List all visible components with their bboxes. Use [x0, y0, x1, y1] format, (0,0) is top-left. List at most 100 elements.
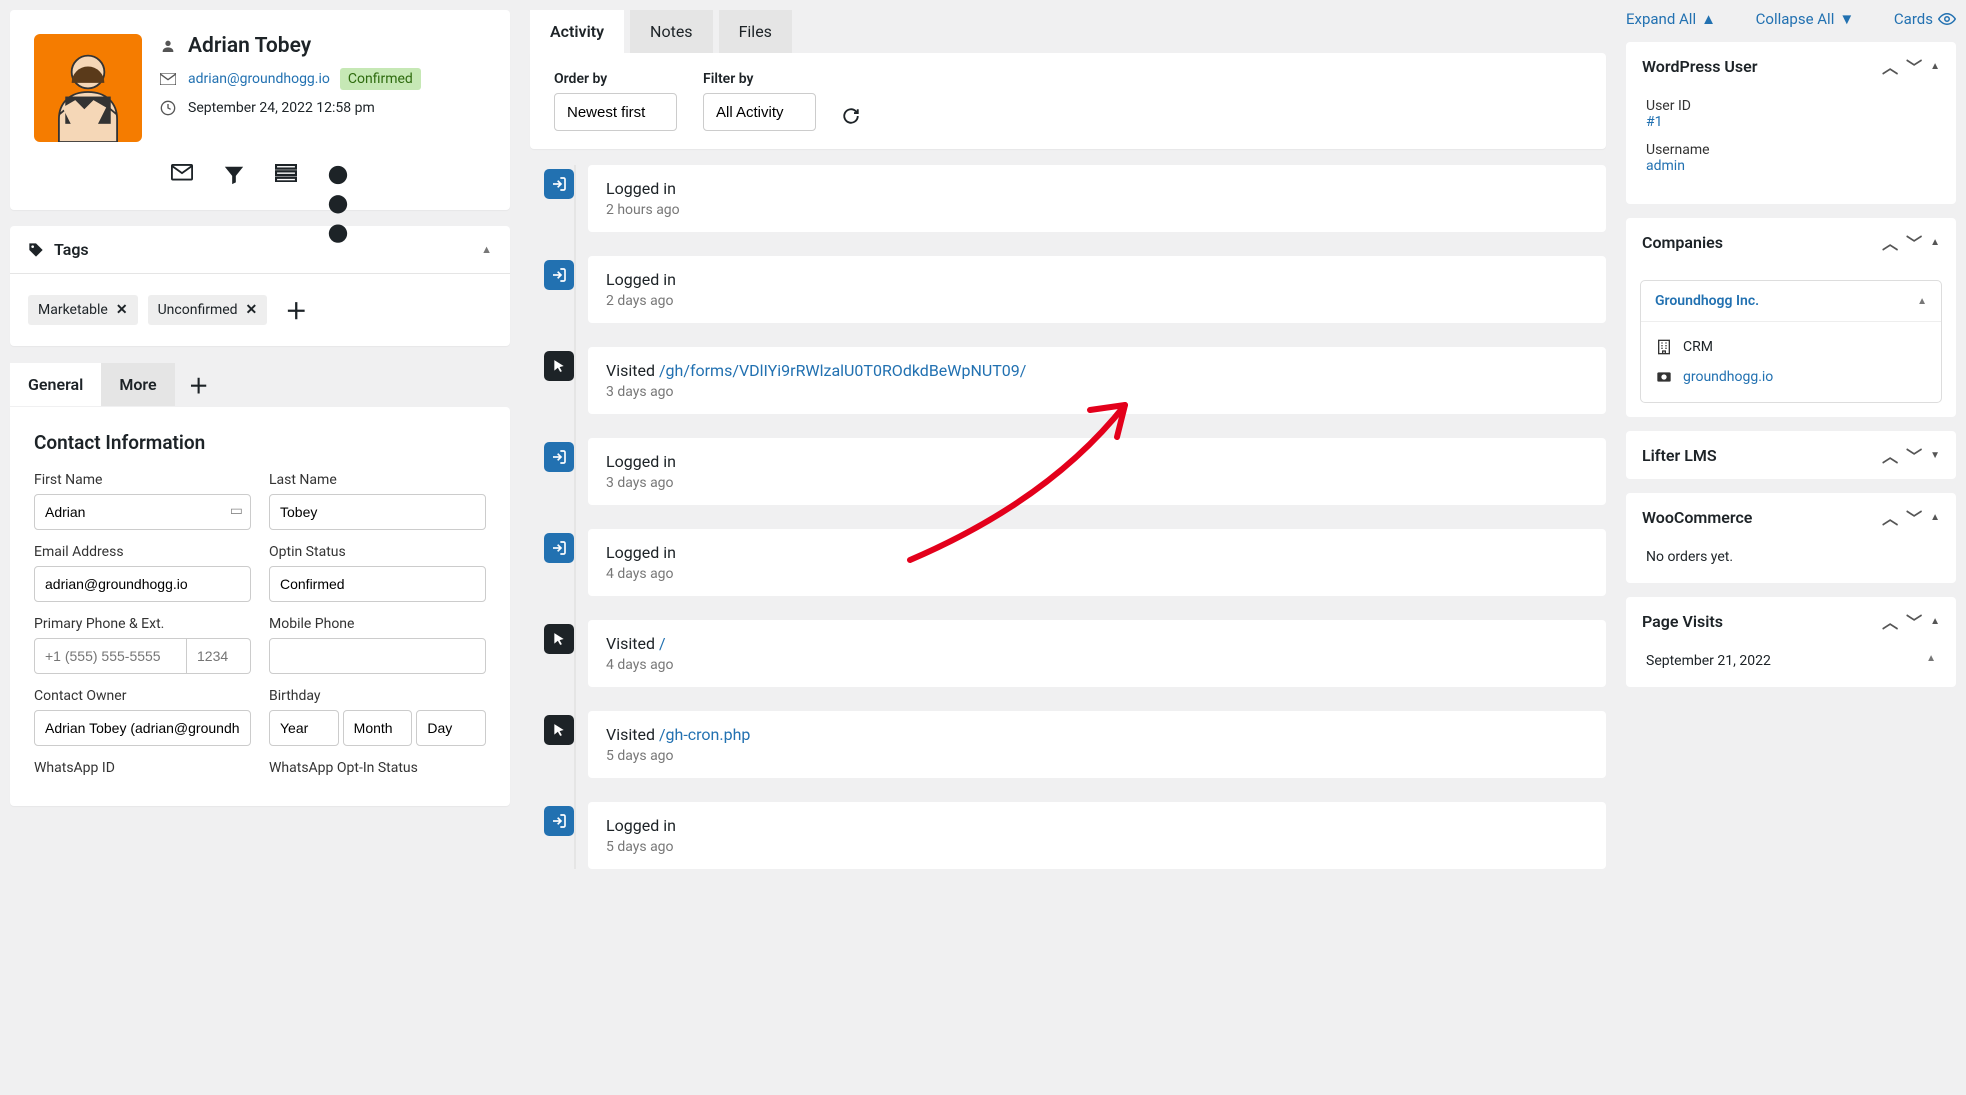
chevron-down-icon[interactable]: ﹀	[1906, 505, 1922, 529]
timeline-card[interactable]: Logged in5 days ago	[588, 802, 1606, 869]
caret-up-icon: ▲	[1917, 296, 1927, 307]
chevron-up-icon[interactable]: ︿	[1882, 505, 1898, 529]
add-tab-button[interactable]: ＋	[175, 362, 223, 407]
timeline-item: Logged in5 days ago	[560, 802, 1606, 869]
timeline-card[interactable]: Logged in4 days ago	[588, 529, 1606, 596]
company-card-header[interactable]: Groundhogg Inc. ▲	[1641, 281, 1941, 322]
chevron-up-icon[interactable]: ︿	[1882, 443, 1898, 467]
chevron-up-icon[interactable]: ︿	[1882, 609, 1898, 633]
timeline-card[interactable]: Visited /gh/forms/VDlIYi9rRWlzalU0T0ROdk…	[588, 347, 1606, 414]
activity-timeline: Logged in2 hours ago Logged in2 days ago V…	[530, 165, 1606, 869]
person-icon	[160, 38, 178, 54]
filter-by-select[interactable]: All Activity	[703, 93, 816, 131]
username-link[interactable]: admin	[1646, 158, 1685, 174]
caret-up-icon[interactable]: ▲	[1930, 512, 1940, 523]
email-action-icon[interactable]	[171, 164, 193, 186]
timeline-card[interactable]: Logged in2 hours ago	[588, 165, 1606, 232]
tags-panel-header[interactable]: Tags ▲	[10, 226, 510, 274]
timeline-title: Visited /gh/forms/VDlIYi9rRWlzalU0T0ROdk…	[606, 361, 1588, 380]
caret-up-icon[interactable]: ▲	[1926, 653, 1936, 669]
month-select[interactable]: Month	[343, 710, 413, 746]
timeline-item: Logged in2 hours ago	[560, 165, 1606, 232]
tab-general[interactable]: General	[10, 363, 101, 406]
year-select[interactable]: Year	[269, 710, 339, 746]
avatar[interactable]	[34, 34, 142, 142]
mobile-input[interactable]	[269, 638, 486, 674]
timeline-time: 5 days ago	[606, 839, 1588, 855]
companies-header[interactable]: Companies ︿﹀▲	[1626, 218, 1956, 266]
login-icon	[544, 533, 574, 563]
email-label: Email Address	[34, 544, 251, 560]
optin-select[interactable]: Confirmed	[269, 566, 486, 602]
remove-tag-icon[interactable]: ✕	[116, 302, 128, 318]
timeline-card[interactable]: Logged in2 days ago	[588, 256, 1606, 323]
tag-chip[interactable]: Unconfirmed✕	[148, 295, 268, 325]
lifter-header[interactable]: Lifter LMS ︿﹀▼	[1626, 431, 1956, 479]
contact-email[interactable]: adrian@groundhogg.io	[188, 71, 330, 87]
first-name-input[interactable]	[34, 494, 251, 530]
companies-panel: Companies ︿﹀▲ Groundhogg Inc. ▲ CRM grou…	[1626, 218, 1956, 417]
chevron-down-icon[interactable]: ﹀	[1906, 443, 1922, 467]
chevron-down-icon[interactable]: ﹀	[1906, 609, 1922, 633]
caret-up-icon[interactable]: ▲	[1930, 61, 1940, 72]
timeline-time: 3 days ago	[606, 475, 1588, 491]
refresh-button[interactable]	[842, 107, 860, 125]
email-icon	[160, 73, 178, 85]
cursor-icon	[544, 351, 574, 381]
chevron-up-icon[interactable]: ︿	[1882, 54, 1898, 78]
phone-input[interactable]	[34, 638, 187, 674]
remove-tag-icon[interactable]: ✕	[246, 302, 258, 318]
visited-path-link[interactable]: /gh-cron.php	[659, 725, 750, 744]
expand-all-button[interactable]: Expand All ▲	[1626, 10, 1716, 28]
more-icon[interactable]	[327, 164, 349, 186]
cards-toggle-button[interactable]: Cards	[1894, 10, 1956, 28]
page-visits-header[interactable]: Page Visits ︿﹀▲	[1626, 597, 1956, 645]
chevron-up-icon[interactable]: ︿	[1882, 230, 1898, 254]
timeline-item: Visited /gh-cron.php5 days ago	[560, 711, 1606, 778]
tab-files[interactable]: Files	[719, 10, 792, 53]
ext-input[interactable]	[187, 638, 251, 674]
caret-up-icon[interactable]: ▲	[1930, 237, 1940, 248]
cursor-icon	[544, 624, 574, 654]
collapse-icon[interactable]: ▲	[481, 243, 492, 256]
add-tag-button[interactable]: ＋	[285, 294, 307, 326]
day-select[interactable]: Day	[416, 710, 486, 746]
username-label: Username	[1646, 142, 1936, 158]
list-icon[interactable]	[275, 164, 297, 186]
caret-down-icon[interactable]: ▼	[1930, 450, 1940, 461]
user-id-link[interactable]: #1	[1646, 114, 1663, 130]
last-name-input[interactable]	[269, 494, 486, 530]
company-url[interactable]: groundhogg.io	[1683, 369, 1773, 385]
timeline-card[interactable]: Visited / 4 days ago	[588, 620, 1606, 687]
tab-activity[interactable]: Activity	[530, 10, 624, 53]
timeline-card[interactable]: Logged in 3 days ago	[588, 438, 1606, 505]
first-name-label: First Name	[34, 472, 251, 488]
chevron-down-icon[interactable]: ﹀	[1906, 230, 1922, 254]
visited-path-link[interactable]: /gh/forms/VDlIYi9rRWlzalU0T0ROdkdBeWpNUT…	[659, 361, 1026, 380]
funnel-icon[interactable]	[223, 164, 245, 186]
visited-path-link[interactable]: /	[659, 634, 666, 653]
timeline-time: 4 days ago	[606, 657, 1588, 673]
contact-card-icon: ▭	[230, 503, 243, 519]
lifter-panel: Lifter LMS ︿﹀▼	[1626, 431, 1956, 479]
chevron-down-icon[interactable]: ﹀	[1906, 54, 1922, 78]
timeline-card[interactable]: Visited /gh-cron.php5 days ago	[588, 711, 1606, 778]
form-heading: Contact Information	[34, 431, 486, 454]
owner-select[interactable]: Adrian Tobey (adrian@groundhogg.io)	[34, 710, 251, 746]
caret-up-icon[interactable]: ▲	[1930, 616, 1940, 627]
tab-more[interactable]: More	[101, 363, 174, 406]
timeline-title: Logged in	[606, 452, 1588, 471]
building-icon	[1655, 338, 1673, 356]
collapse-all-button[interactable]: Collapse All ▼	[1756, 10, 1855, 28]
contact-details-card: General More ＋ Contact Information First…	[10, 362, 510, 806]
email-input[interactable]	[34, 566, 251, 602]
woo-header[interactable]: WooCommerce ︿﹀▲	[1626, 493, 1956, 541]
timeline-title: Visited /	[606, 634, 1588, 653]
tab-notes[interactable]: Notes	[630, 10, 713, 53]
timeline-title: Logged in	[606, 270, 1588, 289]
tag-chip[interactable]: Marketable✕	[28, 295, 138, 325]
contact-name: Adrian Tobey	[188, 34, 311, 58]
globe-icon	[1655, 368, 1673, 386]
wp-user-header[interactable]: WordPress User ︿﹀▲	[1626, 42, 1956, 90]
order-by-select[interactable]: Newest first	[554, 93, 677, 131]
